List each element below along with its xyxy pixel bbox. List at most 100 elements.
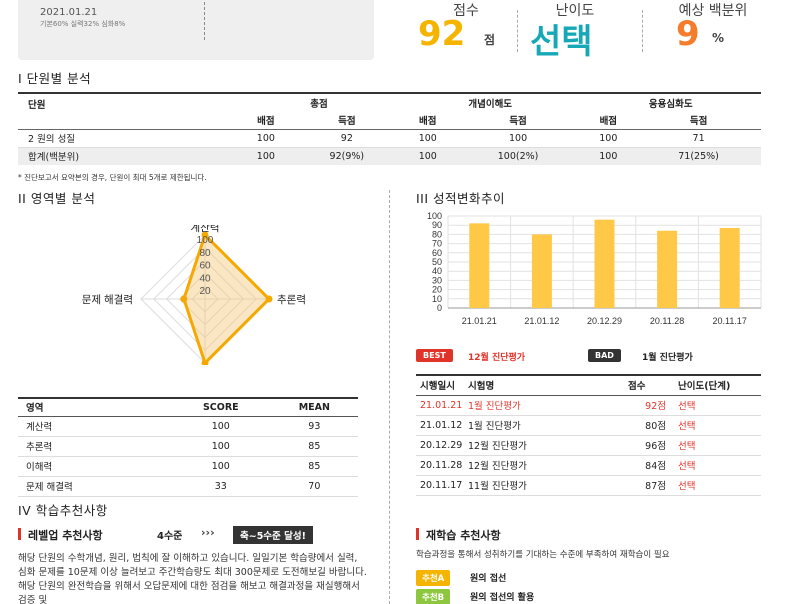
table-footnote: * 진단보고서 요약본의 경우, 단원이 최대 5개로 제한됩니다. <box>18 173 207 182</box>
col-level: 난이도(단계) <box>674 374 761 396</box>
level-arrows: ››› <box>201 526 215 539</box>
bar <box>657 230 678 308</box>
cell: 100 <box>238 147 294 165</box>
cell: 100 <box>580 129 637 148</box>
sub-header: 배점 <box>580 111 637 130</box>
levelup-description: 해당 단원의 수학개념, 원리, 법칙에 잘 이해하고 있습니다. 일일기본 학… <box>18 553 367 604</box>
bar <box>594 219 615 308</box>
bar <box>531 234 552 308</box>
cell: 100 <box>399 129 456 148</box>
exam-score: 80점 <box>624 415 674 436</box>
area-mean: 85 <box>270 436 358 457</box>
table-row: 2 원의 성질 100 92 100 100 100 71 <box>18 129 761 148</box>
relearn-marker <box>416 528 419 540</box>
exam-level: 선택 <box>674 395 761 416</box>
table-row[interactable]: 20.11.28 12월 진단평가 84점 선택 <box>416 455 761 476</box>
bar <box>469 223 490 308</box>
exam-score: 84점 <box>624 455 674 476</box>
level-goal-badge: 축~5수준 달성! <box>233 526 313 544</box>
recommend-b-text[interactable]: 원의 접선의 활용 <box>470 590 534 603</box>
radar-tick-label: 60 <box>199 261 211 272</box>
radar-area <box>182 232 272 365</box>
recommend-a-text[interactable]: 원의 접선 <box>470 571 506 584</box>
levelup-title: 레벨업 추천사항 <box>28 529 103 542</box>
unit-analysis-table: 단원 총점 개념이해도 응용심화도 배점 득점 배점 득점 배점 득점 2 원의… <box>18 92 761 165</box>
radar-axis-label: 문제 해결력 <box>82 293 133 306</box>
exam-name: 1월 진단평가 <box>464 395 624 416</box>
sub-header: 득점 <box>293 111 400 130</box>
section-unit-analysis-title: I 단원별 분석 <box>18 71 92 86</box>
area-name: 이해력 <box>18 456 171 477</box>
y-tick-label: 20 <box>432 285 442 295</box>
radar-point <box>265 295 273 303</box>
summary-divider <box>517 10 518 52</box>
y-tick-label: 50 <box>432 257 442 267</box>
radar-point <box>180 295 188 303</box>
area-mean: 85 <box>270 456 358 477</box>
group-header: 개념이해도 <box>468 98 513 110</box>
area-table: 영역 SCORE MEAN 계산력 100 93 추론력 100 85 이해력 100 85… <box>18 397 358 497</box>
trend-bar-chart: 0102030405060708090100 21.01.21 21.01.12 20… <box>427 211 762 326</box>
y-tick-label: 0 <box>437 303 442 313</box>
exam-name: 11월 진단평가 <box>464 475 624 496</box>
cell: 71 <box>636 129 761 148</box>
score-value: 92 <box>418 14 466 54</box>
sub-header: 배점 <box>238 111 294 130</box>
area-mean: 70 <box>270 476 358 497</box>
level-from: 4수준 <box>157 531 183 542</box>
radar-axis-label: 계산력 <box>191 225 220 234</box>
percentile-value: 9 <box>676 14 700 54</box>
area-score: 33 <box>170 476 271 497</box>
levelup-marker <box>18 528 21 540</box>
table-row: 이해력 100 85 <box>18 456 358 477</box>
table-row[interactable]: 20.11.17 11월 진단평가 87점 선택 <box>416 475 761 496</box>
column-divider <box>389 190 390 604</box>
student-card: 2021.01.21 기본60% 실력32% 심화8% <box>18 0 374 60</box>
radar-tick-label: 20 <box>199 286 211 297</box>
difficulty-value: 선택 <box>530 22 593 62</box>
sub-header: 득점 <box>636 111 761 130</box>
area-score: 100 <box>170 416 271 437</box>
col-unit: 단원 <box>18 93 238 130</box>
radar-tick-label: 40 <box>199 273 211 284</box>
exam-date: 2021.01.21 <box>40 7 98 18</box>
area-name: 계산력 <box>18 416 171 437</box>
sub-header: 배점 <box>399 111 456 130</box>
table-row: 계산력 100 93 <box>18 416 358 437</box>
exam-score: 87점 <box>624 475 674 496</box>
table-row[interactable]: 21.01.12 1월 진단평가 80점 선택 <box>416 415 761 436</box>
col-date: 시행일시 <box>416 374 464 396</box>
table-row[interactable]: 20.12.29 12월 진단평가 96점 선택 <box>416 435 761 456</box>
exam-date: 20.11.28 <box>416 455 464 476</box>
y-tick-label: 100 <box>427 211 442 221</box>
bar <box>719 227 740 308</box>
cell: 100 <box>580 147 637 165</box>
col-area: 영역 <box>18 397 171 417</box>
group-header: 총점 <box>310 98 328 110</box>
card-divider <box>204 2 205 40</box>
section-trend-title: III 성적변화추이 <box>416 191 506 206</box>
best-text: 12월 진단평가 <box>468 353 526 363</box>
relearn-description: 학습과정을 통해서 성취하기를 기대하는 수준에 부족하여 재학습이 필요 <box>416 550 670 560</box>
percentile-unit: % <box>712 31 725 45</box>
bad-text: 1월 진단평가 <box>642 353 693 363</box>
exam-level: 선택 <box>674 455 761 476</box>
table-row: 문제 해결력 33 70 <box>18 476 358 497</box>
area-score: 100 <box>170 456 271 477</box>
recommend-b-badge: 추천B <box>416 589 451 604</box>
x-tick-label: 21.01.12 <box>524 316 559 326</box>
exam-score: 96점 <box>624 435 674 456</box>
col-name: 시험명 <box>464 374 624 396</box>
cell: 100(2%) <box>455 147 581 165</box>
exam-score: 92점 <box>624 395 674 416</box>
cell: 71(25%) <box>636 147 761 165</box>
cell: 100 <box>238 129 294 148</box>
summary-divider <box>642 10 643 52</box>
table-row[interactable]: 21.01.21 1월 진단평가 92점 선택 <box>416 395 761 416</box>
bad-badge: BAD <box>588 349 621 362</box>
y-tick-label: 60 <box>432 248 442 258</box>
best-badge: BEST <box>416 349 453 362</box>
y-tick-label: 70 <box>432 239 442 249</box>
cell: 92(9%) <box>293 147 400 165</box>
y-tick-label: 80 <box>432 229 442 239</box>
